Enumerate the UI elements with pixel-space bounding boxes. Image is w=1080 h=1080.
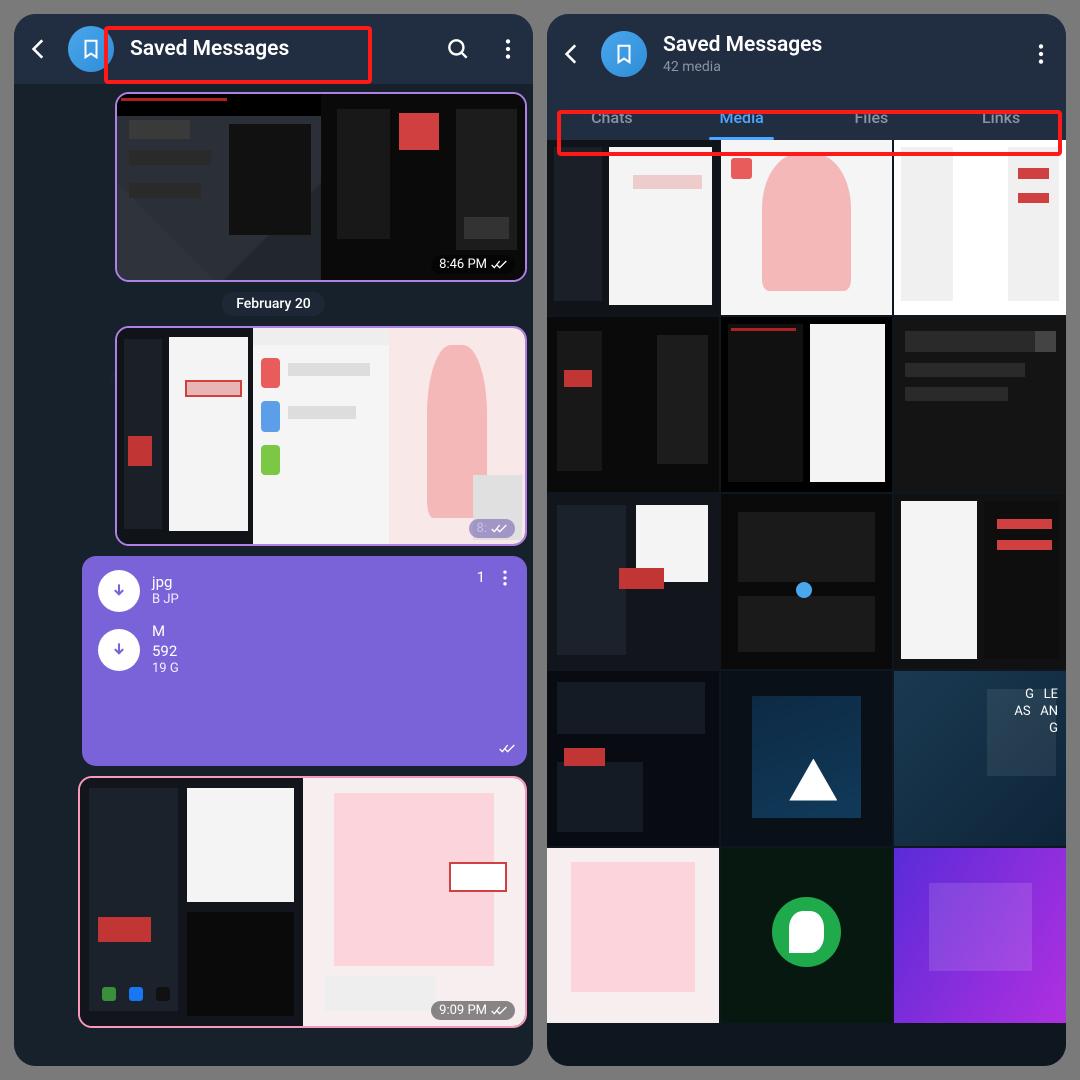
media-item[interactable]: [547, 317, 719, 492]
message-album-2[interactable]: 8:: [115, 326, 527, 546]
media-thumb[interactable]: [117, 94, 321, 280]
media-item[interactable]: [721, 140, 893, 315]
bookmark-icon: [613, 43, 635, 65]
chat-title: Saved Messages: [130, 37, 421, 61]
message-timestamp: 9:09 PM: [431, 1001, 515, 1020]
file-name: M 592 19 G: [152, 622, 179, 678]
media-item[interactable]: [547, 494, 719, 669]
media-item[interactable]: G LEAS ANG: [894, 671, 1066, 846]
message-album-3[interactable]: 9:09 PM: [78, 776, 527, 1028]
date-separator: February 20: [222, 292, 325, 316]
message-timestamp: 8:: [469, 519, 515, 538]
message-timestamp: 8:46 PM: [431, 255, 515, 274]
read-status: [499, 739, 515, 758]
bookmark-icon: [80, 38, 102, 60]
read-checks-icon: [491, 1006, 507, 1016]
media-item[interactable]: [894, 494, 1066, 669]
right-screenshot: Saved Messages 42 media Chats Media File…: [547, 14, 1066, 1066]
header-left: Saved Messages: [14, 14, 533, 84]
back-icon[interactable]: [559, 41, 585, 67]
chat-scroll-area[interactable]: 8:46 PM February 20: [14, 84, 533, 1066]
media-item[interactable]: [721, 317, 893, 492]
title-block[interactable]: Saved Messages 42 media: [663, 33, 1004, 75]
chat-title: Saved Messages: [663, 33, 1004, 57]
media-item[interactable]: [547, 671, 719, 846]
media-item[interactable]: [547, 848, 719, 1023]
message-file-group[interactable]: 1 jpg B JP M 592 19 G: [82, 556, 527, 766]
saved-messages-avatar: [68, 26, 114, 72]
tab-links[interactable]: Links: [936, 94, 1066, 140]
media-grid[interactable]: G LEAS ANG: [547, 140, 1066, 1066]
search-icon[interactable]: [445, 36, 471, 62]
media-count: 42 media: [663, 59, 1004, 75]
media-item[interactable]: [721, 671, 893, 846]
download-icon[interactable]: [98, 629, 140, 671]
media-item[interactable]: [894, 140, 1066, 315]
media-tabs: Chats Media Files Links: [547, 94, 1066, 140]
header-right: Saved Messages 42 media: [547, 14, 1066, 94]
media-thumb[interactable]: [80, 778, 303, 1026]
title-block[interactable]: Saved Messages: [130, 37, 421, 61]
read-checks-icon: [499, 744, 515, 754]
media-item[interactable]: [721, 848, 893, 1023]
media-item[interactable]: [721, 494, 893, 669]
tab-files[interactable]: Files: [807, 94, 937, 140]
tab-chats[interactable]: Chats: [547, 94, 677, 140]
media-thumb[interactable]: [117, 328, 253, 544]
read-checks-icon: [491, 524, 507, 534]
file-name: jpg B JP: [152, 573, 179, 609]
message-album-1[interactable]: 8:46 PM: [115, 92, 527, 282]
file-count: 1: [477, 568, 485, 586]
media-thumb[interactable]: 9:09 PM: [303, 778, 526, 1026]
media-thumb[interactable]: 8:: [389, 328, 525, 544]
more-icon[interactable]: [495, 36, 521, 62]
media-item[interactable]: [894, 317, 1066, 492]
more-icon[interactable]: [1028, 41, 1054, 67]
media-thumb[interactable]: 8:46 PM: [321, 94, 525, 280]
media-overlay-text: G LEAS ANG: [1014, 687, 1058, 738]
download-icon[interactable]: [98, 570, 140, 612]
tab-media[interactable]: Media: [677, 94, 807, 140]
saved-messages-avatar: [601, 31, 647, 77]
media-thumb[interactable]: [253, 328, 389, 544]
media-item[interactable]: [894, 848, 1066, 1023]
back-icon[interactable]: [26, 36, 52, 62]
message-menu-icon[interactable]: [495, 568, 515, 588]
media-item[interactable]: [547, 140, 719, 315]
read-checks-icon: [491, 260, 507, 270]
left-screenshot: Saved Messages 8:46 PM: [14, 14, 533, 1066]
